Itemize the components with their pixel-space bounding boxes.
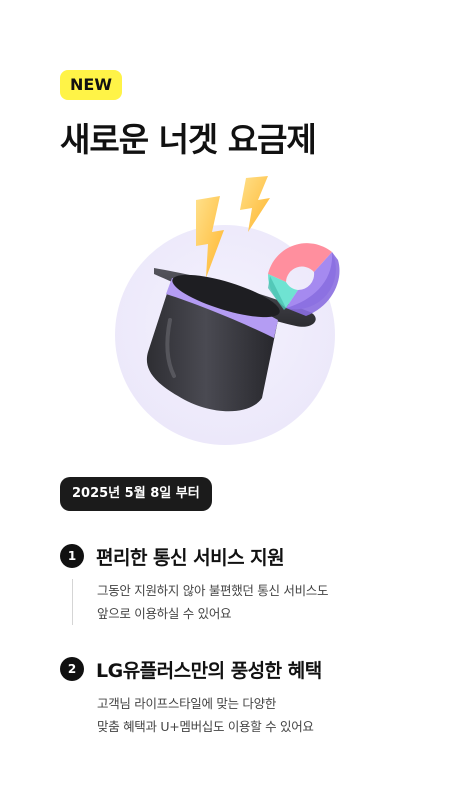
new-badge: NEW (60, 70, 122, 100)
feature-description: 그동안 지원하지 않아 불편했던 통신 서비스도 앞으로 이용하실 수 있어요 (72, 579, 400, 625)
feature-description-line: 고객님 라이프스타일에 맞는 다양한 (97, 696, 277, 711)
hero-illustration (100, 170, 360, 450)
feature-title: LG유플러스만의 풍성한 혜택 (96, 659, 322, 682)
feature-item-convenient-service: 1 편리한 통신 서비스 지원 그동안 지원하지 않아 불편했던 통신 서비스도… (60, 541, 400, 625)
feature-number-badge: 2 (60, 657, 84, 681)
feature-title: 편리한 통신 서비스 지원 (96, 546, 285, 569)
feature-number-badge: 1 (60, 544, 84, 568)
start-date-chip: 2025년 5월 8일 부터 (60, 477, 212, 511)
feature-description-line: 앞으로 이용하실 수 있어요 (97, 606, 232, 621)
page-title: 새로운 너겟 요금제 (60, 120, 317, 159)
feature-description-line: 맞춤 혜택과 U+멤버십도 이용할 수 있어요 (97, 719, 314, 734)
feature-description: 고객님 라이프스타일에 맞는 다양한 맞춤 혜택과 U+멤버십도 이용할 수 있… (72, 692, 400, 738)
feature-description-line: 그동안 지원하지 않아 불편했던 통신 서비스도 (97, 583, 329, 598)
feature-item-benefits: 2 LG유플러스만의 풍성한 혜택 고객님 라이프스타일에 맞는 다양한 맞춤 … (60, 654, 400, 738)
